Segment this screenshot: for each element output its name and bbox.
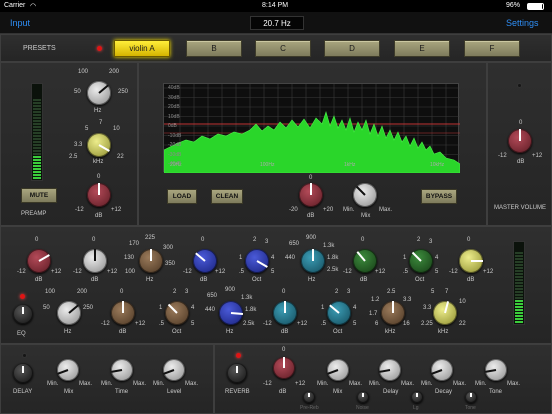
eq-band2-gain-knob[interactable] xyxy=(83,249,107,273)
battery-percent: 96% xyxy=(506,2,521,9)
preset-c-button[interactable]: C xyxy=(255,40,311,57)
eq-band4-freq-knob[interactable] xyxy=(301,249,325,273)
reverb-led xyxy=(236,353,241,358)
mute-button[interactable]: MUTE xyxy=(21,188,57,203)
db-scale-label: -30dB xyxy=(168,151,182,158)
delay-toggle-button[interactable] xyxy=(13,363,33,383)
reverb-gain-knob[interactable] xyxy=(273,357,295,379)
eq-band5-gain-knob[interactable] xyxy=(459,249,483,273)
clean-button[interactable]: CLEAN xyxy=(211,189,243,204)
reverb-sub-knob-1[interactable] xyxy=(303,391,315,403)
nav-bar: Input 20.7 Hz Settings xyxy=(0,12,552,34)
presets-bar: PRESETS violin A B C D E F xyxy=(0,34,552,62)
delay-mix-knob[interactable] xyxy=(57,359,79,381)
db-scale-label: -10dB xyxy=(168,132,182,139)
clock: 8:14 PM xyxy=(262,2,289,9)
preamp-label: PREAMP xyxy=(21,211,47,217)
db-scale-label: 10dB xyxy=(168,113,180,120)
eq-toggle-button[interactable] xyxy=(13,304,33,324)
eq-band4-oct-knob[interactable] xyxy=(409,249,433,273)
spectrum-graph xyxy=(163,84,461,174)
db-scale-label: 0dB xyxy=(168,123,177,129)
eq-band2-freq-knob[interactable] xyxy=(139,249,163,273)
eq-high-freq-knob[interactable] xyxy=(381,301,405,325)
analyzer-panel: 20Hz 100Hz 1kHz 10kHz 40dB 30dB 20dB 10dB 0d… xyxy=(138,62,487,226)
eq-mid-oct-knob[interactable] xyxy=(327,301,351,325)
eq-mid-freq-knob[interactable] xyxy=(219,301,243,325)
spectrum-display: 20Hz 100Hz 1kHz 10kHz 40dB 30dB 20dB 10dB 0d… xyxy=(163,83,461,174)
reverb-sub-knob-2[interactable] xyxy=(357,391,369,403)
delay-label: DELAY xyxy=(13,389,33,395)
preamp-meter xyxy=(31,83,43,181)
reverb-label: REVERB xyxy=(225,389,250,395)
eq-low-gain-knob[interactable] xyxy=(111,301,135,325)
preamp-khz-knob[interactable] xyxy=(87,133,111,157)
carrier-label: Carrier xyxy=(4,2,26,9)
eq-band3-gain-knob[interactable] xyxy=(193,249,217,273)
presets-label: PRESETS xyxy=(23,45,56,52)
settings-button[interactable]: Settings xyxy=(506,18,539,28)
eq-label: EQ xyxy=(17,331,26,337)
input-button[interactable]: Input xyxy=(10,18,30,28)
preset-f-button[interactable]: F xyxy=(464,40,520,57)
wifi-icon: ◠ xyxy=(30,3,37,10)
reverb-delay-knob[interactable] xyxy=(379,359,401,381)
master-panel: 0 -12 +12 dB MASTER VOLUME xyxy=(487,62,552,226)
db-scale-label: 20dB xyxy=(168,104,180,110)
spectrum-curve xyxy=(163,110,461,174)
eq-band3-oct-knob[interactable] xyxy=(245,249,269,273)
bypass-button[interactable]: BYPASS xyxy=(421,189,457,204)
load-button[interactable]: LOAD xyxy=(167,189,197,204)
status-bar: Carrier ◠ 8:14 PM 96% xyxy=(0,0,552,12)
db-scale-label: 30dB xyxy=(168,94,180,101)
reverb-decay-knob[interactable] xyxy=(431,359,453,381)
preset-e-button[interactable]: E xyxy=(394,40,450,57)
frequency-readout: 20.7 Hz xyxy=(250,16,304,30)
delay-led xyxy=(22,353,27,358)
eq-low-oct-knob[interactable] xyxy=(165,301,189,325)
preset-a-button[interactable]: violin A xyxy=(114,40,170,57)
reverb-tone-knob[interactable] xyxy=(485,359,507,381)
db-scale-label: 40dB xyxy=(168,85,180,91)
eq-air-freq-knob[interactable] xyxy=(433,301,457,325)
mix-knob[interactable] xyxy=(353,183,377,207)
preamp-gain-knob[interactable] xyxy=(87,183,111,207)
db-scale-label: -20dB xyxy=(168,142,182,148)
eq-output-meter xyxy=(513,241,525,325)
eq-band1-gain-knob[interactable] xyxy=(27,249,51,273)
eq-low-freq-knob[interactable] xyxy=(57,301,81,325)
delay-time-knob[interactable] xyxy=(111,359,133,381)
preset-d-button[interactable]: D xyxy=(324,40,380,57)
preamp-panel: 100 200 50 250 Hz 7 5 10 3.3 2.5 22 kHz … xyxy=(0,62,138,226)
presets-led xyxy=(97,46,102,51)
reverb-toggle-button[interactable] xyxy=(227,363,247,383)
eq-band4-gain-knob[interactable] xyxy=(353,249,377,273)
master-volume-knob[interactable] xyxy=(508,129,532,153)
preset-b-button[interactable]: B xyxy=(186,40,242,57)
master-volume-label: MASTER VOLUME xyxy=(494,205,547,211)
master-led xyxy=(517,83,522,88)
output-gain-knob[interactable] xyxy=(299,183,323,207)
eq-led xyxy=(20,294,25,299)
reverb-sub-knob-4[interactable] xyxy=(465,391,477,403)
eq-panel: EQ 0 -12 +12 dB 0 -12 +12 dB 170 225 130… xyxy=(0,226,552,344)
db-scale-label: -40dB xyxy=(168,161,182,167)
reverb-panel: REVERB 0 -12 +12 dB Min. Max. Mix Min. M… xyxy=(214,344,552,414)
preamp-hz-knob[interactable] xyxy=(87,81,111,105)
delay-panel: DELAY Min. Max. Mix Min. Max. Time Min. … xyxy=(0,344,214,414)
battery-icon xyxy=(527,3,544,10)
reverb-sub-knob-3[interactable] xyxy=(411,391,423,403)
reverb-mix-knob[interactable] xyxy=(327,359,349,381)
eq-mid-gain-knob[interactable] xyxy=(273,301,297,325)
delay-level-knob[interactable] xyxy=(163,359,185,381)
